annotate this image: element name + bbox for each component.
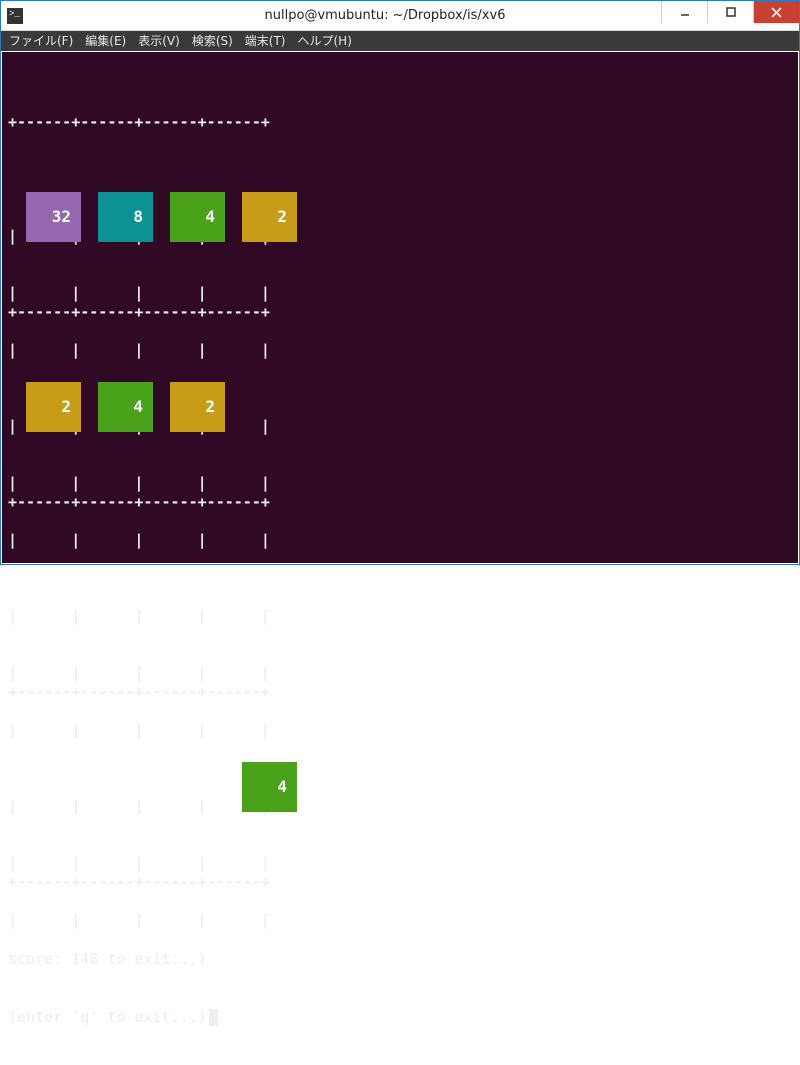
tile-2: 2 xyxy=(26,382,81,432)
window-controls xyxy=(661,1,799,23)
tile-2: 2 xyxy=(170,382,225,432)
titlebar[interactable]: nullpo@vmubuntu: ~/Dropbox/is/xv6 xyxy=(1,1,799,31)
close-button[interactable] xyxy=(753,1,799,23)
tile-4: 4 xyxy=(98,382,153,432)
tile-32: 32 xyxy=(26,192,81,242)
tile-4: 4 xyxy=(170,192,225,242)
tile-8: 8 xyxy=(98,192,153,242)
board-row-3: | | | | | | | | | | | | | | | 4 xyxy=(8,759,792,816)
board-row-1: | | | | | | | | | | | | | | | 2 4 2 xyxy=(8,379,792,436)
menu-help[interactable]: ヘルプ(H) xyxy=(294,31,356,51)
grid-pipes: | | | | | | | | | | | | | | | xyxy=(8,759,792,968)
board-row-0: | | | | | | | | | | | | | | | 32 8 4 2 xyxy=(8,189,792,246)
menu-view[interactable]: 表示(V) xyxy=(134,31,184,51)
menu-search[interactable]: 検索(S) xyxy=(188,31,237,51)
menu-edit[interactable]: 編集(E) xyxy=(81,31,130,51)
maximize-button[interactable] xyxy=(707,1,753,23)
hint-text: (enter 'q' to exit...) xyxy=(8,1007,792,1027)
grid-border: +------+------+------+------+ xyxy=(8,113,792,132)
tile-2: 2 xyxy=(242,192,297,242)
menu-terminal[interactable]: 端末(T) xyxy=(241,31,290,51)
game-2048: +------+------+------+------+ | | | | | … xyxy=(8,56,792,1065)
menu-file[interactable]: ファイル(F) xyxy=(5,31,77,51)
menubar: ファイル(F) 編集(E) 表示(V) 検索(S) 端末(T) ヘルプ(H) xyxy=(1,31,799,51)
board-row-2: | | | | | | | | | | | | | | | xyxy=(8,569,792,626)
tile-4: 4 xyxy=(242,762,297,812)
app-window: nullpo@vmubuntu: ~/Dropbox/is/xv6 ファイル(F… xyxy=(0,0,800,565)
minimize-button[interactable] xyxy=(661,1,707,23)
cursor xyxy=(209,1009,218,1026)
terminal-viewport[interactable]: +------+------+------+------+ | | | | | … xyxy=(2,52,798,563)
terminal-app-icon xyxy=(7,8,23,24)
grid-pipes: | | | | | | | | | | | | | | | xyxy=(8,569,792,778)
